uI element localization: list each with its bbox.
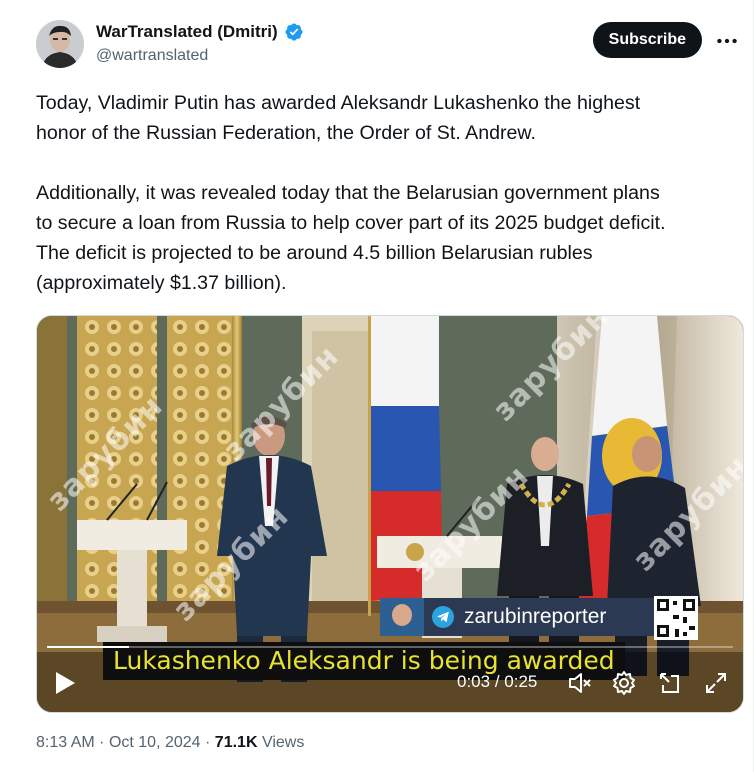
subscribe-button[interactable]: Subscribe [592,22,702,58]
views-label: Views [261,734,305,751]
tweet-paragraph-1: Today, Vladimir Putin has awarded Aleksa… [36,88,748,148]
settings-gear-icon[interactable] [611,670,637,696]
fullscreen-icon[interactable] [703,670,729,696]
text-line: Today, Vladimir Putin has awarded Aleksa… [36,92,641,114]
text-line: honor of the Russian Federation, the Ord… [36,122,536,144]
text-line: to secure a loan from Russia to help cov… [36,212,666,234]
video-time-separator: / [490,672,505,691]
tweet-meta: 8:13 AM · Oct 10, 2024 · 71.1K Views [36,734,304,752]
views-count[interactable]: 71.1K [215,734,258,751]
qr-code-icon [654,596,698,640]
tweet-paragraph-2: Additionally, it was revealed today that… [36,178,748,298]
promo-portrait [380,598,424,636]
pop-out-icon[interactable] [657,670,683,696]
author-block: WarTranslated (Dmitri) @wartranslated [96,22,304,65]
text-line: The deficit is projected to be around 4.… [36,242,593,264]
promo-handle: zarubinreporter [464,605,607,628]
text-line: (approximately $1.37 billion). [36,272,287,294]
tweet-time[interactable]: 8:13 AM [36,734,95,751]
video-time-current: 0:03 [457,672,491,691]
text-line: Additionally, it was revealed today that… [36,182,660,204]
more-horizontal-icon[interactable] [714,28,740,54]
video-progress-bar[interactable] [47,646,733,648]
video-time-total: 0:25 [504,672,538,691]
meta-separator: · [205,734,211,751]
channel-promo-banner: zarubinreporter [380,596,698,640]
meta-separator: · [99,734,105,751]
display-name[interactable]: WarTranslated (Dmitri) [96,22,278,42]
video-player[interactable]: зарубин зарубин зарубин зарубин зарубин … [36,315,744,713]
tweet-date[interactable]: Oct 10, 2024 [109,734,201,751]
display-name-row[interactable]: WarTranslated (Dmitri) [96,22,304,42]
author-handle[interactable]: @wartranslated [96,47,304,65]
verified-badge-icon[interactable] [284,22,304,42]
video-time: 0:03 / 0:25 [457,672,537,692]
play-icon[interactable] [53,670,77,696]
tweet-header: WarTranslated (Dmitri) @wartranslated Su… [36,20,740,76]
video-controls: 0:03 / 0:25 [37,656,743,712]
muted-speaker-icon[interactable] [567,670,593,696]
video-progress-fill [47,646,130,648]
tweet-text: Today, Vladimir Putin has awarded Aleksa… [36,88,748,298]
telegram-icon [432,606,454,628]
avatar[interactable] [36,20,84,68]
